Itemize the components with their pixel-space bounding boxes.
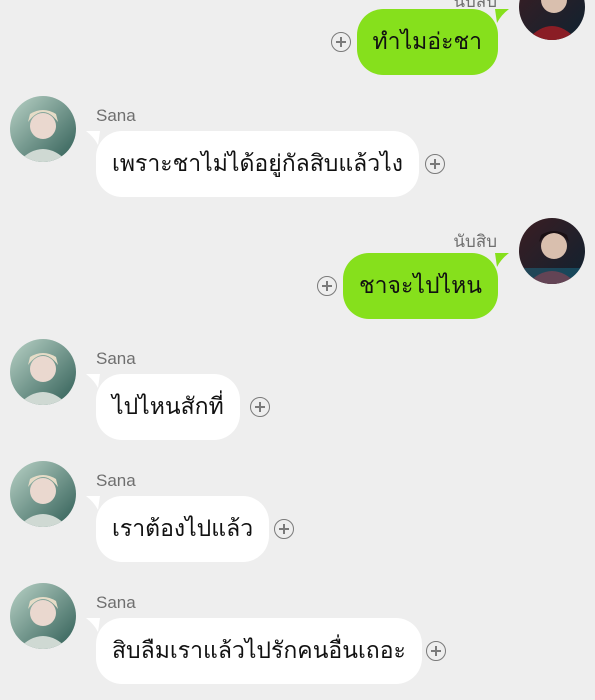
add-circle-icon[interactable] <box>331 32 351 52</box>
bubble-tail <box>495 253 509 267</box>
message-text: ชาจะไปไหน <box>359 273 482 299</box>
bubble-tail <box>86 374 100 388</box>
add-circle-icon[interactable] <box>274 519 294 539</box>
sender-name: นับสิบ <box>453 232 497 251</box>
message-text: ไปไหนสักที่ <box>112 394 224 420</box>
message-bubble[interactable]: ทำไมอ่ะชา <box>356 9 498 75</box>
message-row-incoming: Sana ไปไหนสักที่ <box>0 339 595 449</box>
add-circle-icon[interactable] <box>250 397 270 417</box>
message-text: เพราะชาไม่ได้อยู่กัลสิบแล้วไง <box>112 151 403 177</box>
avatar[interactable] <box>10 339 76 405</box>
avatar[interactable] <box>10 461 76 527</box>
add-circle-icon[interactable] <box>317 276 337 296</box>
sender-name: Sana <box>96 106 136 125</box>
avatar[interactable] <box>10 96 76 162</box>
sender-name: Sana <box>96 349 136 368</box>
message-bubble[interactable]: ไปไหนสักที่ <box>96 374 240 440</box>
bubble-tail <box>495 9 509 23</box>
add-circle-icon[interactable] <box>425 154 445 174</box>
message-row-incoming: Sana สิบลืมเราแล้วไปรักคนอื่นเถอะ <box>0 583 595 693</box>
message-bubble[interactable]: เพราะชาไม่ได้อยู่กัลสิบแล้วไง <box>96 131 419 197</box>
message-row-incoming: Sana เพราะชาไม่ได้อยู่กัลสิบแล้วไง <box>0 96 595 206</box>
message-bubble[interactable]: เราต้องไปแล้ว <box>96 496 270 562</box>
avatar[interactable] <box>519 218 585 284</box>
message-text: สิบลืมเราแล้วไปรักคนอื่นเถอะ <box>112 638 406 664</box>
message-row-outgoing: นับสิบ ชาจะไปไหน <box>0 218 595 328</box>
sender-name: Sana <box>96 593 136 612</box>
bubble-tail <box>86 496 100 510</box>
add-circle-icon[interactable] <box>426 641 446 661</box>
message-row-outgoing: นับสิบ ทำไมอ่ะชา <box>0 0 595 80</box>
avatar[interactable] <box>10 583 76 649</box>
avatar[interactable] <box>519 0 585 40</box>
message-text: เราต้องไปแล้ว <box>112 516 254 542</box>
message-row-incoming: Sana เราต้องไปแล้ว <box>0 461 595 571</box>
message-text: ทำไมอ่ะชา <box>372 29 483 55</box>
bubble-tail <box>86 131 100 145</box>
message-bubble[interactable]: สิบลืมเราแล้วไปรักคนอื่นเถอะ <box>96 618 422 684</box>
message-bubble[interactable]: ชาจะไปไหน <box>343 253 498 319</box>
bubble-tail <box>86 618 100 632</box>
sender-name: Sana <box>96 471 136 490</box>
